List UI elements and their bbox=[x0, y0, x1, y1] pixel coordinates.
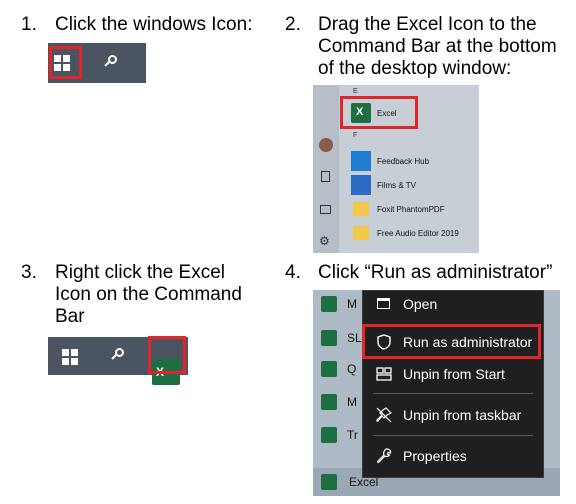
step-3-line-3: Bar bbox=[55, 306, 85, 327]
search-icon[interactable] bbox=[104, 55, 120, 71]
list-item[interactable]: Q bbox=[321, 361, 356, 377]
pictures-icon[interactable] bbox=[320, 205, 331, 214]
step-4-text: Click “Run as administrator” bbox=[318, 262, 553, 283]
start-item-label: Films & TV bbox=[377, 180, 416, 190]
excel-file-icon bbox=[321, 361, 337, 377]
excel-icon bbox=[321, 474, 337, 490]
unpin-start-icon bbox=[375, 365, 393, 383]
search-icon[interactable] bbox=[111, 348, 127, 364]
excel-file-icon bbox=[321, 427, 337, 443]
start-item-foxit[interactable]: Foxit PhantomPDF bbox=[351, 198, 445, 220]
list-item[interactable]: M bbox=[321, 296, 357, 312]
open-window-icon bbox=[375, 295, 393, 313]
step-4-number: 4. bbox=[285, 262, 301, 283]
step-3-line-2: Icon on the Command bbox=[55, 284, 242, 305]
excel-file-icon bbox=[321, 394, 337, 410]
context-menu: Open Run as administrator Unpin from Sta… bbox=[362, 290, 544, 478]
list-item[interactable]: SL bbox=[321, 330, 362, 346]
step-2-number: 2. bbox=[285, 14, 301, 35]
section-letter-f: F bbox=[353, 132, 358, 139]
highlight-excel-start-item bbox=[340, 96, 418, 129]
highlight-run-as-administrator bbox=[362, 324, 541, 359]
menu-item-properties[interactable]: Properties bbox=[363, 443, 543, 469]
folder-icon bbox=[353, 202, 369, 216]
start-menu-rail: ⚙ bbox=[313, 85, 339, 253]
gear-icon[interactable]: ⚙ bbox=[319, 235, 331, 247]
list-item[interactable]: Tr bbox=[321, 427, 358, 443]
feedback-hub-icon bbox=[351, 151, 371, 171]
start-item-label: Feedback Hub bbox=[377, 156, 430, 166]
step-3-line-1: Right click the Excel bbox=[55, 262, 226, 283]
start-item-label: Foxit PhantomPDF bbox=[377, 204, 445, 214]
menu-item-open[interactable]: Open bbox=[363, 291, 543, 317]
step-2-line-2: Command Bar at the bottom bbox=[318, 36, 557, 57]
avatar[interactable] bbox=[319, 138, 333, 152]
start-item-free-audio-editor[interactable]: Free Audio Editor 2019 bbox=[351, 222, 459, 244]
menu-separator bbox=[373, 393, 533, 394]
folder-icon bbox=[353, 226, 369, 240]
step-1-number: 1. bbox=[21, 14, 37, 35]
unpin-taskbar-icon bbox=[375, 406, 393, 424]
films-tv-icon bbox=[351, 175, 371, 195]
wrench-icon bbox=[375, 447, 393, 465]
start-item-feedback-hub[interactable]: Feedback Hub bbox=[351, 150, 429, 172]
menu-item-unpin-from-taskbar[interactable]: Unpin from taskbar bbox=[363, 402, 543, 428]
excel-file-icon bbox=[321, 330, 337, 346]
highlight-excel-taskbar-icon bbox=[148, 336, 186, 374]
start-item-label: Free Audio Editor 2019 bbox=[377, 228, 459, 238]
step-1-text: Click the windows Icon: bbox=[55, 14, 253, 35]
step-2-line-3: of the desktop window: bbox=[318, 58, 512, 79]
windows-start-button[interactable] bbox=[62, 349, 78, 365]
list-item[interactable]: M bbox=[321, 394, 357, 410]
menu-item-unpin-from-start[interactable]: Unpin from Start bbox=[363, 361, 543, 387]
step-2-line-1: Drag the Excel Icon to the bbox=[318, 14, 537, 35]
excel-file-icon bbox=[321, 296, 337, 312]
document-icon[interactable] bbox=[321, 171, 330, 182]
step-3-number: 3. bbox=[21, 262, 37, 283]
menu-separator bbox=[373, 435, 533, 436]
highlight-windows-icon bbox=[49, 46, 82, 79]
start-item-films-tv[interactable]: Films & TV bbox=[351, 174, 416, 196]
windows-logo-icon bbox=[62, 349, 78, 365]
section-letter-e: E bbox=[353, 88, 358, 95]
